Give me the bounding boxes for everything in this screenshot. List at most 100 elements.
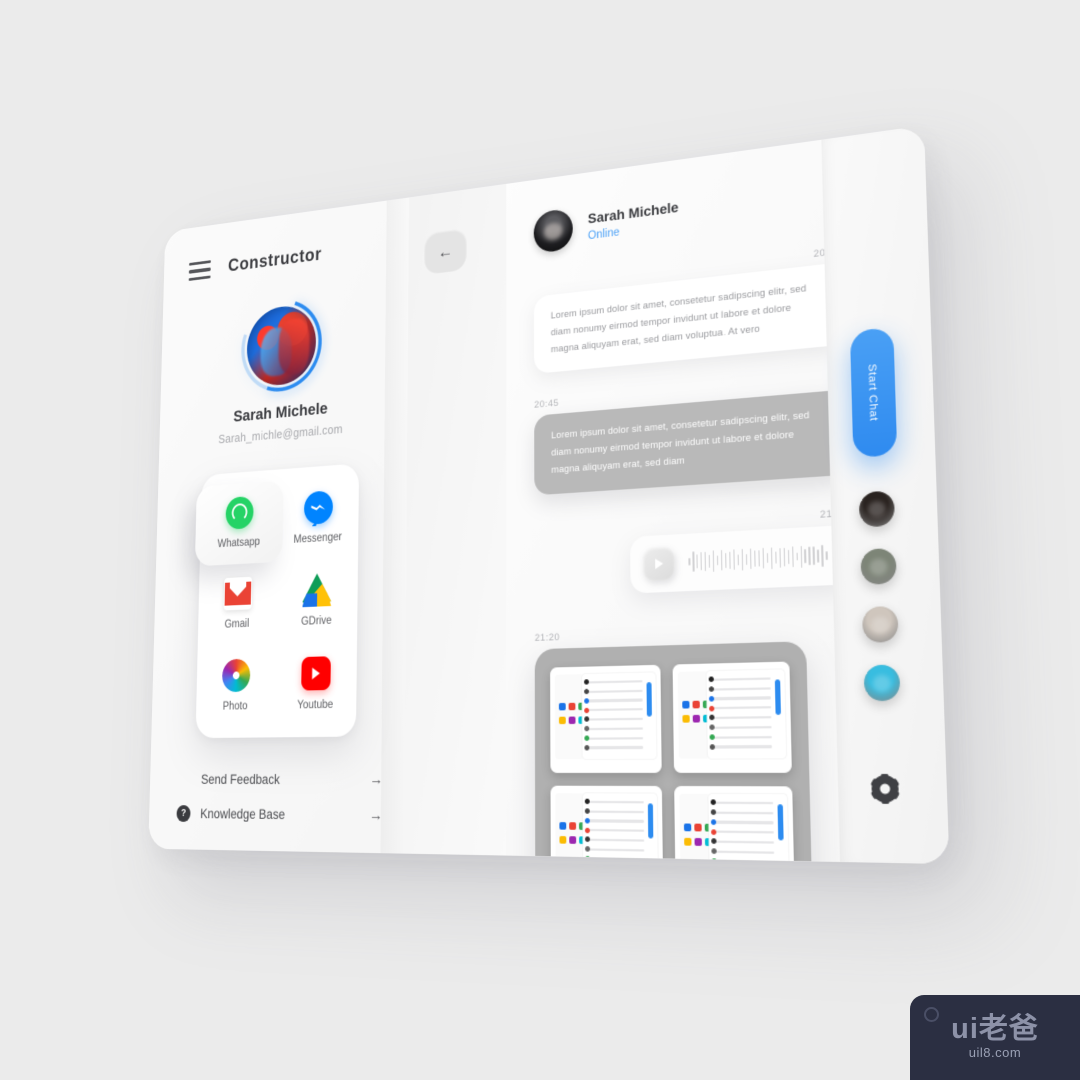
thumbnail-sidebar [555,792,585,865]
file-thumbnail[interactable] [674,785,795,865]
thumbnail-dot [709,695,715,702]
thumbnail-dot [584,735,590,741]
chat-bubble-icon [538,770,556,789]
contact-avatar[interactable] [533,207,573,254]
waveform-bar [749,548,752,570]
thumbnail-dot [585,808,591,814]
voice-message-bubble[interactable] [629,524,851,594]
thumbnail-line [713,725,772,729]
thumbnail-line [713,706,771,710]
thumbnail-line [588,708,643,712]
message-bubble[interactable]: Lorem ipsum dolor sit amet, consetetur s… [533,262,844,375]
app-tile-youtube[interactable]: Youtube [275,655,357,711]
thumbnail-swatch [568,716,576,724]
thumbnail-sidebar [679,793,711,865]
waveform-bar [779,547,782,568]
app-tile-gmail[interactable]: Gmail [198,575,277,631]
sidebar-header: Constructor [164,198,409,285]
waveform-bar [692,551,695,573]
thumbnail-dot [709,715,715,721]
thumbnail-dot [585,836,591,843]
app-tile-photo[interactable]: Photo [196,658,275,713]
thumbnail-dot [711,809,717,816]
rail-contact-avatar[interactable] [861,605,899,643]
file-thumbnail[interactable] [672,661,792,773]
thumbnail-dot [585,817,591,824]
rail-contact-avatar[interactable] [858,490,896,528]
play-icon[interactable] [641,545,675,582]
gdrive-icon [302,573,331,607]
whatsapp-icon [838,147,870,181]
message-files: 21:20 4 Files | JPG [534,622,860,865]
waveform-bar [729,551,731,569]
message-bubble[interactable]: Lorem ipsum dolor sit amet, consetetur s… [534,389,848,496]
thumbnail-swatch [682,700,690,709]
start-chat-button[interactable]: Start Chat [849,327,898,459]
message-timestamp: 21:20 [534,631,560,644]
thumbnail-dot [710,799,717,806]
thumbnail-swatch [682,714,690,723]
google-photos-icon [221,658,251,693]
thumbnail-line [715,860,775,864]
avatar[interactable] [228,283,335,409]
waveform-bar [774,551,777,564]
app-tile-label: Messenger [293,531,342,546]
thumbnail-line [714,801,773,805]
thumbnail-swatch [569,835,577,844]
question-mark-icon: ? [176,805,191,822]
thumbnail-swatch [692,714,701,723]
thumbnail-dot [709,724,715,731]
thumbnail-line [588,800,644,804]
thumbnail-dot [709,734,716,740]
screen: Constructor Sarah Michele Sarah_michle@g… [0,0,1080,1080]
back-button[interactable]: ← [424,227,467,275]
gear-icon[interactable] [870,773,900,804]
waveform-bar [700,552,703,571]
app-tile-whatsapp[interactable]: Whatsapp [194,480,284,567]
rail-contact-avatar[interactable] [860,547,897,585]
sidebar-link-label: Send Feedback [200,772,280,787]
thumbnail-dot [584,688,590,695]
file-thumbnail-grid [550,661,795,865]
thumbnail-dot [710,744,716,750]
sidebar-link-knowledge-base[interactable]: ? Knowledge Base → [176,805,404,824]
thumbnail-line [713,745,772,749]
waveform-bar [696,554,699,569]
thumbnail-line [587,680,643,684]
file-thumbnail[interactable] [550,785,664,865]
hamburger-icon[interactable] [188,260,211,282]
thumbnail-swatch [579,836,587,844]
app-tile-messenger[interactable]: Messenger [278,488,359,546]
file-thumbnail[interactable] [550,664,662,773]
thumbnail-swatch [558,702,566,711]
file-attachment-card[interactable]: 4 Files | JPG [534,640,814,865]
thumbnail-dot [585,856,591,862]
waveform-bar [758,550,761,567]
thumbnail-swatch [704,823,713,832]
rail-contact-avatar[interactable] [863,664,901,702]
waveform-bar [812,546,816,566]
waveform-bar [796,552,798,561]
thumbnail-accent-bar [775,679,782,716]
app-tile-gdrive[interactable]: GDrive [276,571,358,628]
thumbnail-dot [584,698,590,704]
thumbnail-dot [711,838,717,845]
thumbnail-accent-bar [777,804,784,841]
thumbnail-swatch [559,821,567,830]
thumbnail-line [588,717,643,721]
thumbnail-line [712,687,771,691]
thumbnail-line [714,811,774,815]
waveform-bar [821,544,824,567]
waveform-bar [808,546,811,566]
thumbnail-line [588,829,644,833]
audio-waveform[interactable] [688,543,828,573]
thumbnail-dot [584,679,590,685]
thumbnail-dot [585,846,591,852]
sidebar-link-send-feedback[interactable]: Send Feedback → [177,770,556,789]
waveform-bar [720,550,723,571]
thumbnail-line [715,840,774,844]
waveform-bar [724,552,727,568]
thumbnail-content [708,793,789,865]
message-incoming: 20:45 Lorem ipsum dolor sit amet, conset… [534,373,848,496]
thumbnail-line [588,727,643,731]
